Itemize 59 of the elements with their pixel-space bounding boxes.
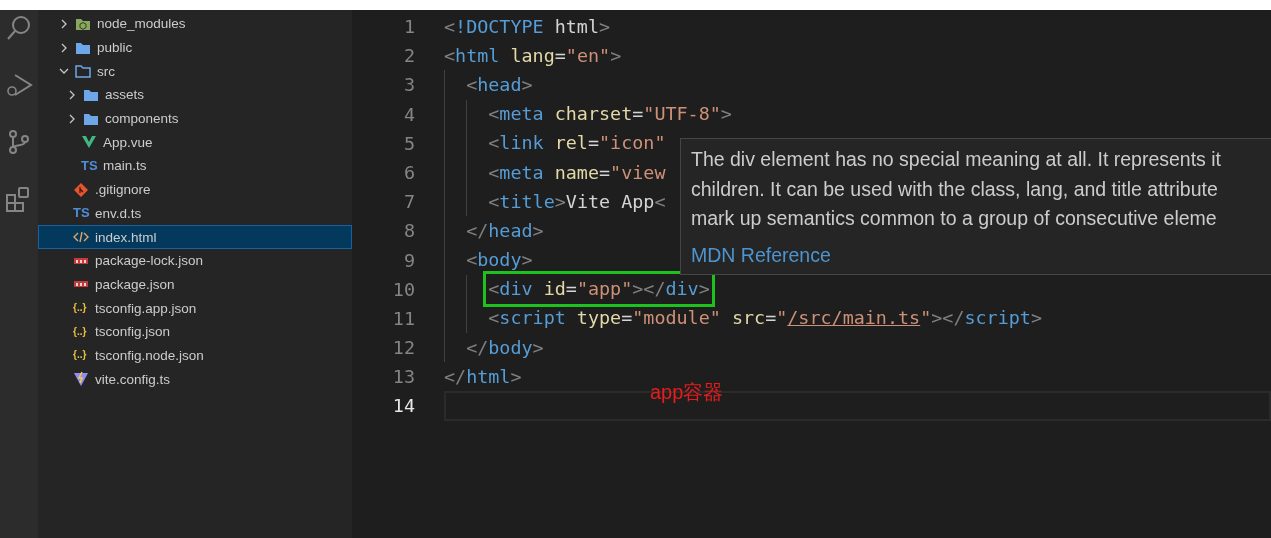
file-tree-item[interactable]: components xyxy=(38,106,352,131)
line-number: 10 xyxy=(391,277,415,302)
line-number: 5 xyxy=(402,131,415,156)
code-line: <meta name="view xyxy=(487,160,667,185)
ts-icon: TS xyxy=(73,206,90,221)
chevron-right-icon[interactable] xyxy=(59,18,69,29)
line-number: 4 xyxy=(402,102,415,127)
code-line: <html lang="en"> xyxy=(443,43,623,68)
code-line: <meta charset="UTF-8"> xyxy=(487,102,733,127)
file-tree-item[interactable]: index.html xyxy=(38,225,352,249)
file-tree-item[interactable]: public xyxy=(38,35,352,60)
code-line: <title>Vite App< xyxy=(487,189,667,214)
braces-icon: {..} xyxy=(73,324,87,339)
folder-icon xyxy=(75,63,91,80)
chevron-right-icon[interactable] xyxy=(67,89,77,100)
diamond-icon xyxy=(73,181,89,198)
search-icon[interactable] xyxy=(5,14,33,42)
file-tree-item[interactable]: {..} tsconfig.app.json xyxy=(38,296,352,320)
line-number: 6 xyxy=(402,160,415,185)
code-line: </head> xyxy=(465,218,545,243)
line-number: 12 xyxy=(391,336,415,361)
line-number: 2 xyxy=(402,44,415,69)
code-line: </body> xyxy=(465,335,545,360)
line-number: 7 xyxy=(402,190,415,215)
mdn-reference-link[interactable]: MDN Reference xyxy=(691,241,831,268)
line-number: 13 xyxy=(391,365,415,390)
line-number: 1 xyxy=(402,15,415,39)
hover-description: The div element has no special meaning at all. It represents it children. It can be used with the class, lang, and title attribute mark up semantics common to a group of consecutive eleme xyxy=(691,147,1222,231)
file-tree-item[interactable]: TS env.d.ts xyxy=(38,201,352,226)
file-tree-item[interactable]: assets xyxy=(38,83,352,107)
file-tree-item[interactable]: {..} tsconfig.json xyxy=(38,319,352,344)
file-tree-item[interactable]: App.vue xyxy=(38,130,352,155)
file-tree-item[interactable]: package.json xyxy=(38,272,352,297)
lightning-triangle-icon xyxy=(73,371,89,388)
line-number: 14 xyxy=(391,394,415,419)
code-line: <!DOCTYPE html> xyxy=(443,14,612,39)
chevron-right-icon[interactable] xyxy=(67,113,77,124)
chevron-right-icon[interactable] xyxy=(59,42,69,53)
line-number: 11 xyxy=(391,306,415,331)
line-number: 9 xyxy=(402,248,415,273)
file-tree-item[interactable]: .gitignore xyxy=(38,177,352,202)
file-tree-item[interactable]: src xyxy=(38,59,352,84)
braces-icon: {..} xyxy=(73,301,87,316)
code-line: <link rel="icon" xyxy=(487,131,667,156)
line-number: 3 xyxy=(402,73,415,98)
code-line: <head> xyxy=(465,72,534,97)
code-line: <script type="module" src="/src/main.ts"></script> xyxy=(487,306,1043,331)
file-tree-item[interactable]: node_modules xyxy=(38,12,352,36)
code-line: </html> xyxy=(443,364,523,389)
file-tree-item[interactable]: TS main.ts xyxy=(38,154,352,178)
annotation-label: app容器 xyxy=(650,380,724,405)
code-line: <body> xyxy=(465,248,534,273)
ts-icon: TS xyxy=(81,158,98,173)
run-debug-icon[interactable] xyxy=(5,71,33,99)
file-tree-item[interactable]: package-lock.json xyxy=(38,248,352,273)
line-number: 8 xyxy=(402,219,415,244)
file-tree-item[interactable]: {..} tsconfig.node.json xyxy=(38,343,352,368)
braces-icon: {..} xyxy=(73,348,87,363)
file-tree-item[interactable]: vite.config.ts xyxy=(38,367,352,391)
